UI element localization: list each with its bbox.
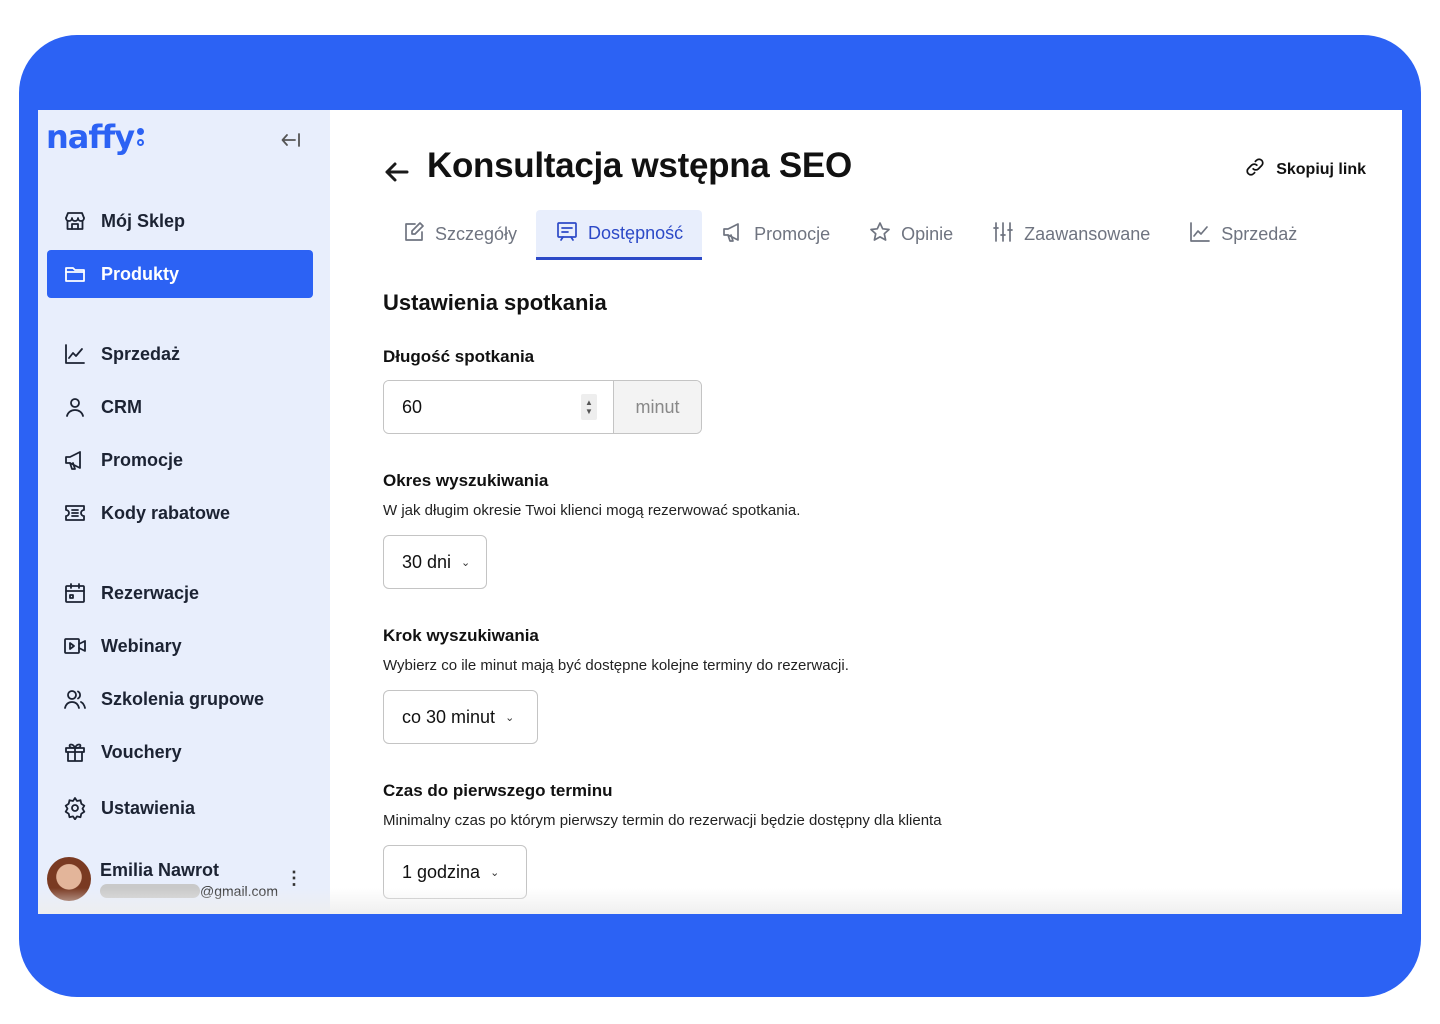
sidebar-item-vouchery[interactable]: Vouchery — [47, 728, 313, 776]
arrow-left-icon[interactable] — [383, 158, 411, 194]
sidebar-item-kody-rabatowe[interactable]: Kody rabatowe — [47, 489, 313, 537]
page-title: Konsultacja wstępna SEO — [427, 146, 852, 185]
chevron-down-icon: ⌄ — [505, 711, 515, 724]
tab-sprzedaz[interactable]: Sprzedaż — [1169, 210, 1316, 258]
tab-label: Zaawansowane — [1024, 223, 1151, 244]
sidebar-item-szkolenia-grupowe[interactable]: Szkolenia grupowe — [47, 675, 313, 723]
link-icon — [1244, 156, 1266, 183]
spinner-up-icon[interactable]: ▲ — [585, 398, 593, 407]
tab-label: Opinie — [901, 223, 954, 244]
sidebar-nav-group-2: Sprzedaż CRM Promocje Kody rabatowe — [47, 330, 313, 537]
duration-label: Długość spotkania — [383, 347, 535, 366]
edit-icon — [402, 220, 426, 249]
tab-label: Szczegóły — [435, 223, 518, 244]
chart-line-icon — [63, 342, 87, 366]
presentation-icon — [555, 219, 579, 248]
scroll-fade — [38, 888, 1402, 914]
sidebar-item-crm[interactable]: CRM — [47, 383, 313, 431]
search-step-description: Wybierz co ile minut mają być dostępne k… — [383, 657, 849, 674]
folder-icon — [63, 262, 87, 286]
ticket-icon — [63, 501, 87, 525]
chart-line-icon — [1188, 220, 1212, 249]
users-icon — [63, 687, 87, 711]
user-icon — [63, 395, 87, 419]
first-slot-label: Czas do pierwszego terminu — [383, 781, 613, 800]
search-period-label: Okres wyszukiwania — [383, 471, 549, 490]
app-window: naffy Mój Sklep Produkty Sprzedaż CRM Pr… — [38, 110, 1402, 914]
tab-label: Sprzedaż — [1221, 223, 1298, 244]
sidebar-item-label: Rezerwacje — [101, 582, 200, 603]
tab-label: Dostępność — [588, 223, 684, 243]
search-period-value: 30 dni — [402, 551, 452, 572]
duration-value: 60 — [402, 396, 423, 417]
naffy-logo[interactable]: naffy — [46, 118, 145, 156]
sidebar-nav-group-1: Mój Sklep Produkty — [47, 197, 313, 298]
chevron-down-icon: ⌄ — [490, 866, 500, 879]
sidebar: naffy Mój Sklep Produkty Sprzedaż CRM Pr… — [38, 110, 330, 914]
sidebar-item-moj-sklep[interactable]: Mój Sklep — [47, 197, 313, 245]
first-slot-description: Minimalny czas po którym pierwszy termin… — [383, 812, 942, 829]
number-spinner[interactable]: ▲ ▼ — [581, 394, 597, 420]
sliders-icon — [991, 220, 1015, 249]
sidebar-item-label: Webinary — [101, 635, 182, 656]
tab-promocje[interactable]: Promocje — [702, 210, 849, 258]
duration-input-group: 60 ▲ ▼ minut — [383, 380, 702, 434]
sidebar-item-ustawienia[interactable]: Ustawienia — [47, 784, 313, 832]
gift-icon — [63, 740, 87, 764]
search-step-value: co 30 minut — [402, 706, 496, 727]
calendar-icon — [63, 581, 87, 605]
logo-dots — [137, 128, 145, 146]
spinner-down-icon[interactable]: ▼ — [585, 407, 593, 416]
sidebar-item-sprzedaz[interactable]: Sprzedaż — [47, 330, 313, 378]
sidebar-item-label: CRM — [101, 396, 142, 417]
sidebar-item-label: Promocje — [101, 449, 184, 470]
star-icon — [868, 220, 892, 249]
copy-link-button[interactable]: Skopiuj link — [1244, 156, 1366, 183]
sidebar-item-produkty[interactable]: Produkty — [47, 250, 313, 298]
sidebar-item-label: Vouchery — [101, 741, 182, 762]
tab-zaawansowane[interactable]: Zaawansowane — [972, 210, 1169, 258]
gear-icon — [63, 796, 87, 820]
copy-link-label: Skopiuj link — [1276, 160, 1366, 178]
megaphone-icon — [721, 220, 745, 249]
sidebar-item-label: Mój Sklep — [101, 210, 186, 231]
product-tabs: Szczegóły Dostępność Promocje Opinie Zaa… — [383, 210, 1316, 260]
sidebar-item-label: Szkolenia grupowe — [101, 688, 265, 709]
sidebar-item-webinary[interactable]: Webinary — [47, 622, 313, 670]
sidebar-item-label: Sprzedaż — [101, 343, 181, 364]
sidebar-item-rezerwacje[interactable]: Rezerwacje — [47, 569, 313, 617]
user-name: Emilia Nawrot — [100, 859, 220, 880]
tab-szczegoly[interactable]: Szczegóły — [383, 210, 536, 258]
store-icon — [63, 209, 87, 233]
more-vertical-icon[interactable]: ⋮ — [285, 868, 303, 889]
tab-label: Promocje — [754, 223, 831, 244]
search-step-label: Krok wyszukiwania — [383, 626, 539, 645]
first-slot-value: 1 godzina — [402, 861, 481, 882]
collapse-left-icon[interactable] — [278, 128, 304, 152]
duration-unit: minut — [613, 381, 701, 433]
tab-opinie[interactable]: Opinie — [849, 210, 972, 258]
section-title: Ustawienia spotkania — [383, 290, 607, 315]
sidebar-item-promocje[interactable]: Promocje — [47, 436, 313, 484]
search-period-select[interactable]: 30 dni ⌄ — [383, 535, 487, 589]
sidebar-item-label: Kody rabatowe — [101, 502, 231, 523]
search-period-description: W jak długim okresie Twoi klienci mogą r… — [383, 502, 801, 519]
chevron-down-icon: ⌄ — [461, 556, 471, 569]
tab-dostepnosc[interactable]: Dostępność — [536, 210, 703, 260]
sidebar-nav-group-3: Rezerwacje Webinary Szkolenia grupowe Vo… — [47, 569, 313, 832]
sidebar-item-label: Produkty — [101, 263, 180, 284]
duration-field[interactable]: 60 ▲ ▼ — [384, 381, 613, 433]
search-step-select[interactable]: co 30 minut ⌄ — [383, 690, 538, 744]
megaphone-icon — [63, 448, 87, 472]
video-icon — [63, 634, 87, 658]
sidebar-item-label: Ustawienia — [101, 797, 196, 818]
